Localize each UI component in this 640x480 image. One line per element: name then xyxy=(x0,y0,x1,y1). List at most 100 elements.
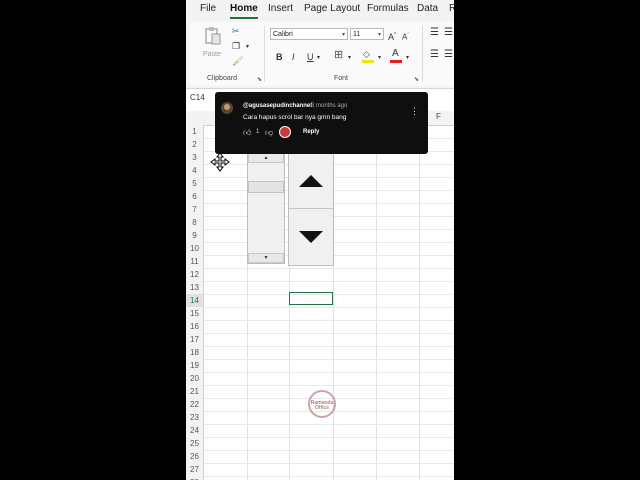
font-size-select[interactable]: 11 ▾ xyxy=(350,28,384,40)
row-header[interactable]: 15 xyxy=(186,307,204,320)
grow-font-icon[interactable]: A^ xyxy=(388,30,396,42)
row-header[interactable]: 22 xyxy=(186,398,204,411)
arrow-up-icon: ▴ xyxy=(264,155,268,161)
paste-button[interactable]: Paste xyxy=(202,26,224,60)
spin-button-control[interactable] xyxy=(288,152,334,266)
paste-label: Paste xyxy=(203,51,221,58)
comment-timestamp: 3 months ago xyxy=(311,103,348,109)
creator-heart-icon xyxy=(279,126,291,138)
row-header[interactable]: 3 xyxy=(186,151,204,164)
fill-bucket-icon: ◇ xyxy=(363,49,370,59)
font-color-button[interactable]: A xyxy=(390,48,404,63)
borders-icon[interactable]: ⊞ xyxy=(334,50,343,61)
underline-dropdown-icon[interactable]: ▾ xyxy=(317,53,320,63)
row-header[interactable]: 10 xyxy=(186,242,204,255)
align-center-icon[interactable]: ☰ xyxy=(444,50,453,60)
row-header[interactable]: 11 xyxy=(186,255,204,268)
grid-row-line xyxy=(204,346,454,347)
scroll-down-button[interactable]: ▾ xyxy=(248,253,284,263)
row-header[interactable]: 6 xyxy=(186,190,204,203)
grid-row-line xyxy=(204,307,454,308)
borders-dropdown-icon[interactable]: ▾ xyxy=(348,53,351,63)
tab-page-layout[interactable]: Page Layout xyxy=(304,3,360,14)
shrink-font-icon[interactable]: Aˇ xyxy=(402,30,409,43)
comment-text: Cara hapus scrol bar nya gmn bang xyxy=(243,114,347,121)
name-box[interactable]: C14 xyxy=(190,93,218,105)
underline-button[interactable]: U xyxy=(307,52,314,62)
align-middle-icon[interactable]: ☰ xyxy=(444,28,453,38)
avatar[interactable] xyxy=(221,102,233,114)
scroll-thumb[interactable] xyxy=(248,181,284,193)
more-options-icon[interactable]: ⋮ xyxy=(410,106,419,117)
watermark-logo: Ramanda Office xyxy=(308,390,336,418)
row-header[interactable]: 28 xyxy=(186,476,204,480)
grid-row-line xyxy=(204,424,454,425)
spin-up-button[interactable] xyxy=(289,153,333,209)
grid-row-line xyxy=(204,476,454,477)
arrow-down-icon: ▾ xyxy=(264,255,268,261)
align-top-icon[interactable]: ☰ xyxy=(430,28,439,38)
fill-color-swatch xyxy=(362,60,374,63)
scrollbar-control[interactable]: ▴ ▾ xyxy=(247,152,285,264)
copy-dropdown-icon[interactable]: ▾ xyxy=(246,42,249,52)
tab-data[interactable]: Data xyxy=(417,3,438,14)
chevron-down-icon: ▾ xyxy=(377,32,381,38)
tab-home[interactable]: Home xyxy=(230,3,258,14)
ribbon: Paste ✂ ❐ ▾ 🖌 Clipboard ⬊ Calibri ▾ 11 ▾ A… xyxy=(186,20,454,89)
font-color-dropdown-icon[interactable]: ▾ xyxy=(406,53,409,63)
row-header[interactable]: 12 xyxy=(186,268,204,281)
row-header[interactable]: 17 xyxy=(186,333,204,346)
font-name-select[interactable]: Calibri ▾ xyxy=(270,28,348,40)
thumbs-up-icon[interactable]: 👍︎ xyxy=(243,128,251,138)
grid-row-line xyxy=(204,463,454,464)
row-header[interactable]: 1 xyxy=(186,125,204,138)
spin-down-button[interactable] xyxy=(289,209,333,265)
column-header-f[interactable]: F xyxy=(436,112,441,121)
tab-file[interactable]: File xyxy=(200,3,216,14)
move-cursor-icon xyxy=(210,152,230,172)
row-header[interactable]: 27 xyxy=(186,463,204,476)
scroll-up-button[interactable]: ▴ xyxy=(248,153,284,163)
thumbs-down-icon[interactable]: 👎︎ xyxy=(265,128,273,138)
reply-button[interactable]: Reply xyxy=(303,129,319,135)
comment-username[interactable]: @agusasepudinchannel xyxy=(243,103,312,109)
grid-row-line xyxy=(204,281,454,282)
font-name-value: Calibri xyxy=(273,31,293,38)
row-header[interactable]: 14 xyxy=(186,294,204,307)
row-header[interactable]: 13 xyxy=(186,281,204,294)
row-header[interactable]: 7 xyxy=(186,203,204,216)
group-separator xyxy=(422,26,423,82)
row-header[interactable]: 2 xyxy=(186,138,204,151)
row-header[interactable]: 21 xyxy=(186,385,204,398)
row-header[interactable]: 24 xyxy=(186,424,204,437)
row-header[interactable]: 16 xyxy=(186,320,204,333)
font-launcher-icon[interactable]: ⬊ xyxy=(414,76,419,83)
align-left-icon[interactable]: ☰ xyxy=(430,50,439,60)
row-header[interactable]: 19 xyxy=(186,359,204,372)
row-header[interactable]: 23 xyxy=(186,411,204,424)
row-header[interactable]: 26 xyxy=(186,450,204,463)
fill-color-dropdown-icon[interactable]: ▾ xyxy=(378,53,381,63)
grid-row-line xyxy=(204,268,454,269)
row-header[interactable]: 4 xyxy=(186,164,204,177)
copy-icon[interactable]: ❐ xyxy=(232,41,240,51)
clipboard-launcher-icon[interactable]: ⬊ xyxy=(257,76,262,83)
grid-row-line xyxy=(204,320,454,321)
fill-color-button[interactable]: ◇ xyxy=(362,49,376,63)
ribbon-panel: Paste ✂ ❐ ▾ 🖌 Clipboard ⬊ Calibri ▾ 11 ▾ A… xyxy=(190,22,454,86)
italic-button[interactable]: I xyxy=(292,52,295,62)
row-header[interactable]: 9 xyxy=(186,229,204,242)
tab-review[interactable]: R xyxy=(449,3,454,14)
row-header[interactable]: 8 xyxy=(186,216,204,229)
cut-icon[interactable]: ✂ xyxy=(232,26,240,36)
format-painter-icon[interactable]: 🖌 xyxy=(232,56,243,66)
row-header[interactable]: 25 xyxy=(186,437,204,450)
tab-formulas[interactable]: Formulas xyxy=(367,3,409,14)
triangle-down-icon xyxy=(299,231,323,243)
selected-cell[interactable] xyxy=(289,292,333,305)
row-header[interactable]: 20 xyxy=(186,372,204,385)
row-header[interactable]: 18 xyxy=(186,346,204,359)
bold-button[interactable]: B xyxy=(276,52,283,62)
row-header[interactable]: 5 xyxy=(186,177,204,190)
tab-insert[interactable]: Insert xyxy=(268,3,293,14)
